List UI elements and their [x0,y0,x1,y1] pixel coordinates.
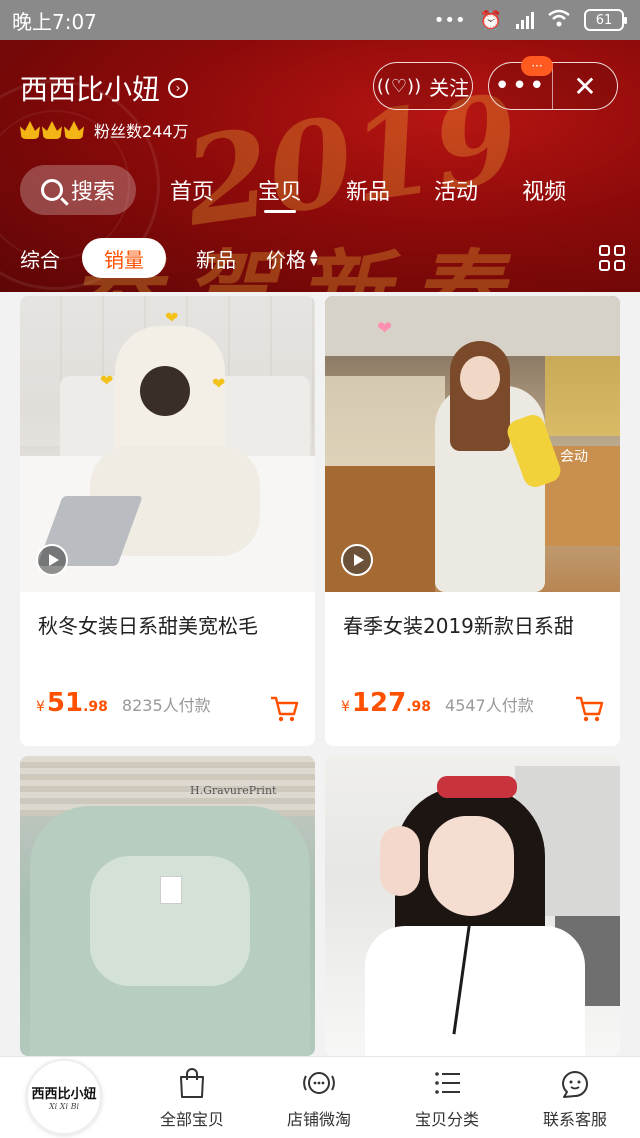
search-button[interactable]: 搜索 [20,165,136,215]
price-integer: 127 [351,688,407,718]
search-icon [40,179,63,201]
tab-new[interactable]: 新品 [346,165,390,215]
shop-logo[interactable]: 西西比小妞 Xi Xi Bi [26,1059,102,1135]
wifi-icon [548,9,570,32]
product-image[interactable]: ❤ ❤ ❤ [20,296,315,592]
add-to-cart-icon[interactable] [269,694,299,724]
crown-rating [20,121,84,139]
mini-app-capsule: ••• ✕ [488,62,618,110]
battery-level: 61 [595,12,613,28]
sort-price[interactable]: 价格 ▲ ▼ [266,244,318,273]
tab-products[interactable]: 宝贝 [258,165,302,215]
sort-new[interactable]: 新品 [196,244,236,273]
sold-count: 8235人付款 [121,696,211,715]
crown-icon [20,121,40,139]
shop-logo-subtext: Xi Xi Bi [48,1102,80,1111]
shop-nav-tabs: 搜索 首页 宝贝 新品 活动 视频 [20,164,620,216]
nav-categories-label: 宝贝分类 [414,1110,479,1129]
broadcast-icon [303,1072,335,1094]
signal-icon [516,11,534,29]
sold-count: 4547人付款 [445,696,534,715]
price-decimal: .98 [83,699,108,715]
bottom-nav: 西西比小妞 Xi Xi Bi 全部宝贝 店铺微淘 宝贝分类 联系客服 [0,1056,640,1138]
video-play-icon[interactable] [36,544,68,576]
tab-home[interactable]: 首页 [170,165,214,215]
product-image[interactable] [325,756,620,1056]
follow-button[interactable]: ((♡)) 关注 [373,62,473,110]
currency-symbol: ¥ [341,699,350,715]
tab-events[interactable]: 活动 [434,165,478,215]
tab-videos[interactable]: 视频 [522,165,566,215]
search-label: 搜索 [70,180,115,205]
nav-customer-service-label: 联系客服 [542,1110,607,1129]
battery-icon: 61 [584,9,627,31]
video-play-icon[interactable] [341,544,373,576]
shop-name-label: 西西比小妞 [20,73,161,106]
nav-customer-service[interactable]: 联系客服 [515,1057,635,1138]
status-icons: ••• ⏰ 61 [433,9,627,32]
nav-all-products[interactable]: 全部宝贝 [132,1057,252,1138]
sort-arrows-icon: ▲ ▼ [310,248,318,268]
sort-sales[interactable]: 销量 [82,238,166,278]
chevron-right-icon: › [168,78,189,98]
close-icon: ✕ [573,69,597,103]
price-row: ¥ 51 .98 8235人付款 [36,688,301,728]
price-decimal: .98 [406,699,432,715]
list-icon [435,1072,460,1094]
product-image[interactable]: ❤ 会动 [325,296,620,592]
dots-icon: ••• [433,9,466,31]
product-card[interactable]: ❤ 会动 春季女装2019新款日系甜 ¥ 127 .98 4547人付款 [325,296,620,746]
status-bar: 晚上7:07 ••• ⏰ 61 [0,0,640,40]
chat-face-icon [562,1071,588,1098]
currency-symbol: ¥ [36,699,45,715]
product-title: 秋冬女装日系甜美宽松毛 [38,614,258,638]
sort-bar: 综合 销量 新品 价格 ▲ ▼ [20,236,625,280]
product-card[interactable]: ❤ ❤ ❤ 秋冬女装日系甜美宽松毛 ¥ 51 .98 8235人付款 [20,296,315,746]
header-banner-art: 2019 [176,67,528,254]
product-card[interactable]: H.GravurePrint [20,756,315,1056]
product-image[interactable]: H.GravurePrint [20,756,315,1056]
shopping-bag-icon [180,1068,204,1098]
shop-logo-text: 西西比小妞 [31,1087,97,1102]
follow-label: 关注 [429,75,470,100]
shop-header: 2019 恭贺新春 西西比小妞 › 粉丝数244万 ((♡)) 关注 ••• ✕… [0,40,640,292]
nav-all-products-label: 全部宝贝 [159,1110,224,1129]
nav-categories[interactable]: 宝贝分类 [387,1057,507,1138]
product-card[interactable] [325,756,620,1056]
follow-heart-icon: ((♡)) [376,75,422,97]
nav-shop-feed-label: 店铺微淘 [286,1110,351,1129]
price-integer: 51 [46,688,84,718]
sort-price-label: 价格 [266,247,306,272]
shop-name[interactable]: 西西比小妞 › [20,68,189,108]
price-row: ¥ 127 .98 4547人付款 [341,688,606,728]
product-title: 春季女装2019新款日系甜 [343,614,574,638]
crown-icon [64,121,84,139]
close-button[interactable]: ✕ [553,63,617,109]
sort-comprehensive[interactable]: 综合 [20,244,60,273]
status-time: 晚上7:07 [12,9,97,34]
grid-view-icon[interactable] [599,245,625,271]
crown-icon [42,121,62,139]
fans-count: 粉丝数244万 [94,122,189,141]
newspaper-text: H.GravurePrint [190,784,277,797]
nav-shop-feed[interactable]: 店铺微淘 [259,1057,379,1138]
shop-meta: 粉丝数244万 [20,118,189,142]
add-to-cart-icon[interactable] [574,694,604,724]
alarm-icon: ⏰ [479,9,502,31]
notification-badge: ··· [521,56,553,76]
